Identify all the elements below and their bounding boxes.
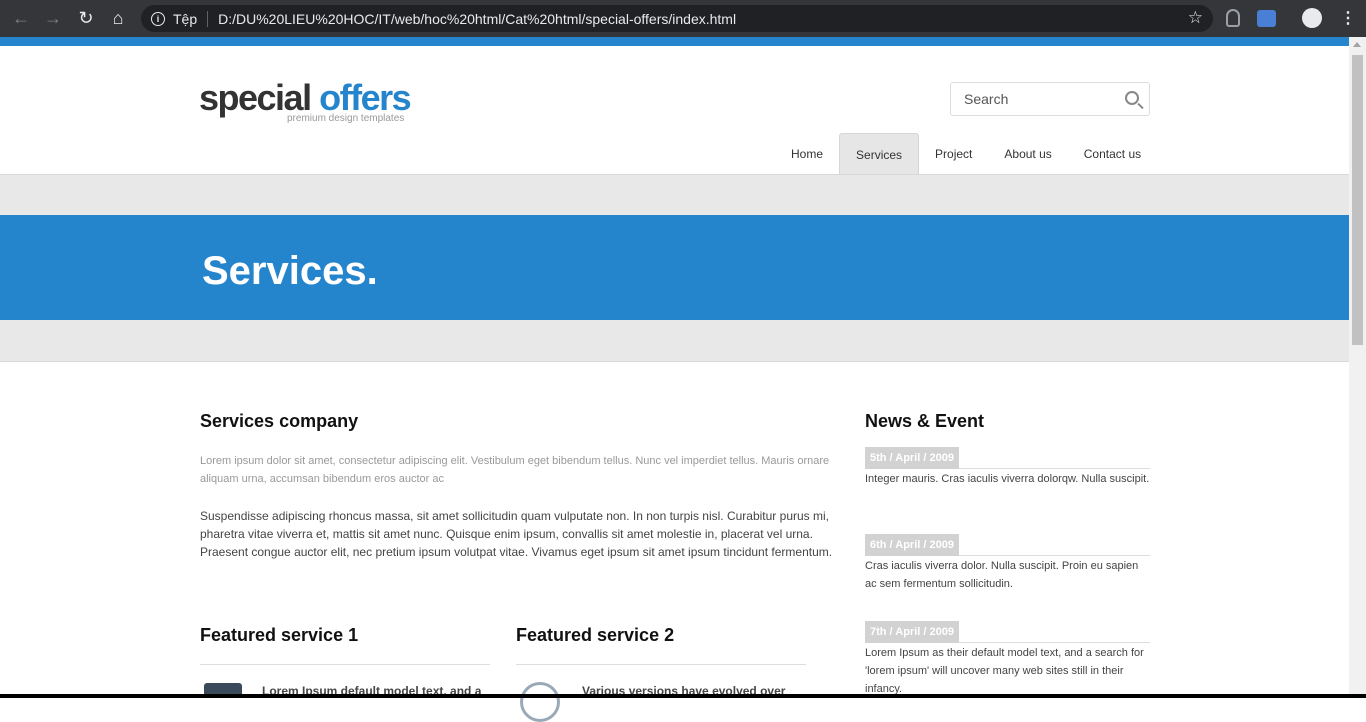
scroll-up-icon[interactable]	[1353, 42, 1361, 47]
profile-icon[interactable]	[1302, 8, 1322, 28]
search-icon[interactable]	[1125, 91, 1139, 105]
url-text[interactable]: D:/DU%20LIEU%20HOC/IT/web/hoc%20html/Cat…	[218, 11, 736, 27]
forward-arrow-icon[interactable]: →	[37, 2, 69, 34]
search-placeholder: Search	[964, 91, 1009, 107]
scrollbar-thumb[interactable]	[1352, 55, 1363, 345]
logo-word-offers: offers	[319, 77, 412, 118]
nav-about-us[interactable]: About us	[988, 133, 1067, 174]
taskbar-edge	[0, 694, 1366, 698]
news-date: 7th / April / 2009	[865, 621, 1150, 643]
nav-services[interactable]: Services	[839, 133, 920, 174]
site-logo[interactable]: special offers premium design templates	[199, 77, 412, 125]
home-icon[interactable]: ⌂	[102, 2, 134, 34]
news-text: Integer mauris. Cras iaculis viverra dol…	[865, 473, 1150, 485]
search-input[interactable]: Search	[950, 82, 1150, 116]
nav-home[interactable]: Home	[775, 133, 839, 174]
translate-icon[interactable]	[1257, 10, 1276, 27]
page-banner: Services.	[0, 215, 1349, 320]
news-date: 6th / April / 2009	[865, 534, 1150, 556]
featured-heading: Featured service 1	[200, 625, 359, 645]
browser-toolbar: ← → ↻ ⌂ i Tệp D:/DU%20LIEU%20HOC/IT/web/…	[0, 0, 1366, 37]
news-date: 5th / April / 2009	[865, 447, 1150, 469]
header-divider	[0, 174, 1349, 175]
news-text: Cras iaculis viverra dolor. Nulla suscip…	[865, 560, 1139, 590]
news-text: Lorem Ipsum as their default model text,…	[865, 647, 1144, 694]
nav-project[interactable]: Project	[919, 133, 988, 174]
news-heading: News & Event	[865, 411, 985, 431]
extension-icon[interactable]	[1226, 9, 1240, 27]
nav-contact-us[interactable]: Contact us	[1068, 133, 1157, 174]
featured-heading: Featured service 2	[516, 625, 675, 645]
info-icon[interactable]: i	[151, 11, 165, 26]
divider	[207, 10, 209, 27]
vertical-scrollbar[interactable]	[1349, 37, 1366, 698]
clock-icon	[520, 682, 560, 722]
body-text: Suspendisse adipiscing rhoncus massa, si…	[200, 509, 833, 559]
site-label: Tệp	[173, 10, 198, 27]
section-heading: Services company	[200, 411, 359, 431]
more-icon[interactable]: ⋮	[1340, 8, 1356, 28]
top-accent-bar	[0, 37, 1349, 46]
page-title: Services.	[202, 249, 378, 293]
logo-word-special: special	[199, 77, 312, 118]
intro-text: Lorem ipsum dolor sit amet, consectetur …	[200, 455, 830, 485]
featured-divider	[200, 664, 490, 665]
logo-tagline: premium design templates	[287, 113, 405, 124]
main-nav: Home Services Project About us Contact u…	[775, 133, 1157, 175]
featured-divider	[516, 664, 806, 665]
reload-icon[interactable]: ↻	[70, 2, 102, 34]
star-icon[interactable]: ☆	[1188, 8, 1203, 28]
address-bar[interactable]: i Tệp D:/DU%20LIEU%20HOC/IT/web/hoc%20ht…	[141, 5, 1213, 32]
back-arrow-icon[interactable]: ←	[5, 2, 37, 34]
